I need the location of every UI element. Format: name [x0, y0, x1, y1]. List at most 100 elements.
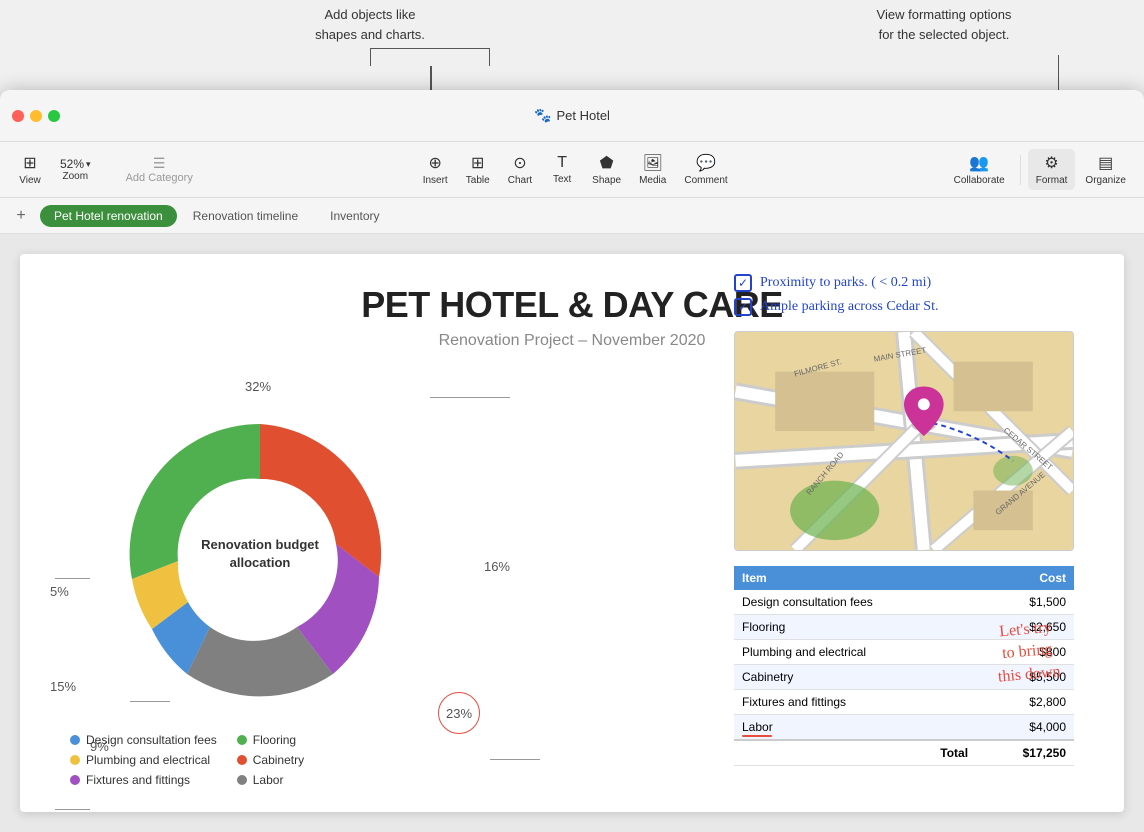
- legend-labor-label: Labor: [253, 773, 284, 787]
- table-cell-item: Flooring: [734, 615, 976, 640]
- pct-23: 23%: [438, 692, 480, 734]
- check-item-1-text: Proximity to parks. ( < 0.2 mi): [760, 275, 931, 291]
- add-category-label: Add Category: [126, 172, 193, 184]
- table-cell-item: Cabinetry: [734, 665, 976, 690]
- zoom-value: 52% ▾: [60, 157, 91, 171]
- chart-label: Chart: [508, 175, 532, 186]
- pct-15-line: [55, 578, 90, 579]
- legend-col-1: Design consultation fees Plumbing and el…: [70, 733, 217, 787]
- legend-labor: Labor: [237, 773, 304, 787]
- pct-15: 15%: [50, 679, 76, 694]
- insert-button[interactable]: ⊕ Insert: [415, 149, 456, 190]
- insert-label: Insert: [423, 175, 448, 186]
- tooltip-format-options: View formatting optionsfor the selected …: [844, 5, 1044, 44]
- insert-icon: ⊕: [429, 153, 442, 173]
- legend-fixtures-label: Fixtures and fittings: [86, 773, 190, 787]
- check-item-2: ✓ Ample parking across Cedar St.: [734, 298, 1094, 316]
- table-icon: ⊞: [471, 153, 484, 173]
- legend-design-label: Design consultation fees: [86, 733, 217, 747]
- text-button[interactable]: T Text: [542, 150, 582, 189]
- checkbox-2: ✓: [734, 298, 752, 316]
- pct-5-value: 5%: [50, 584, 69, 599]
- main-content: PET HOTEL & DAY CARE Renovation Project …: [0, 234, 1144, 832]
- comment-button[interactable]: 💬 Comment: [676, 149, 735, 190]
- legend-fixtures-dot: [70, 775, 80, 785]
- pct-16-line: [490, 759, 540, 760]
- table-cell-item: Design consultation fees: [734, 590, 976, 615]
- legend-flooring: Flooring: [237, 733, 304, 747]
- tab-inventory[interactable]: Inventory: [314, 204, 395, 228]
- comment-label: Comment: [684, 175, 727, 186]
- view-label: View: [19, 175, 41, 186]
- table-row: Design consultation fees $1,500: [734, 590, 1074, 615]
- check-item-1: ✓ Proximity to parks. ( < 0.2 mi): [734, 274, 1094, 292]
- legend-flooring-label: Flooring: [253, 733, 296, 747]
- donut-chart: 32% 16% 5% 15% 9%: [60, 374, 480, 794]
- text-icon: T: [557, 154, 567, 172]
- table-total-row: Total $17,250: [734, 740, 1074, 766]
- toolbar-left-group: ⊞ View 52% ▾ Zoom: [10, 149, 99, 190]
- table-cell-cost: $1,500: [976, 590, 1074, 615]
- tab-renovation-timeline[interactable]: Renovation timeline: [177, 204, 314, 228]
- table-cell-item: Plumbing and electrical: [734, 640, 976, 665]
- shape-icon: ⬟: [600, 153, 614, 173]
- toolbar-center-group: ⊕ Insert ⊞ Table ⊙ Chart T Text ⬟ Shape …: [205, 149, 946, 190]
- legend-plumbing-label: Plumbing and electrical: [86, 753, 210, 767]
- zoom-label: Zoom: [63, 171, 89, 182]
- legend-design: Design consultation fees: [70, 733, 217, 747]
- table-button[interactable]: ⊞ Table: [458, 149, 498, 190]
- legend-design-dot: [70, 735, 80, 745]
- media-button[interactable]: 🖼 Media: [631, 149, 674, 190]
- zoom-number: 52%: [60, 157, 84, 171]
- traffic-lights: [12, 110, 60, 122]
- table-cell-item: Fixtures and fittings: [734, 690, 976, 715]
- slide-canvas[interactable]: PET HOTEL & DAY CARE Renovation Project …: [20, 254, 1124, 812]
- total-value: $17,250: [976, 740, 1074, 766]
- chevron-down-icon: ▾: [86, 159, 91, 170]
- add-category-icon: ☰: [153, 155, 166, 172]
- zoom-control[interactable]: 52% ▾ Zoom: [52, 153, 99, 186]
- collaborate-button[interactable]: 👥 Collaborate: [946, 149, 1013, 190]
- legend-cabinetry-dot: [237, 755, 247, 765]
- map-container: FILMORE ST. MAIN STREET CEDAR STREET RAN…: [734, 331, 1074, 551]
- media-label: Media: [639, 175, 666, 186]
- close-button[interactable]: [12, 110, 24, 122]
- organize-button[interactable]: ▤ Organize: [1077, 149, 1134, 190]
- pct-23-value: 23%: [446, 706, 472, 721]
- comment-icon: 💬: [696, 153, 716, 173]
- table-cell-labor-cost: $4,000: [976, 715, 1074, 741]
- right-panel: ✓ Proximity to parks. ( < 0.2 mi) ✓ Ampl…: [734, 274, 1094, 766]
- tooltip-right-vline: [1058, 55, 1060, 95]
- legend-flooring-dot: [237, 735, 247, 745]
- chart-button[interactable]: ⊙ Chart: [500, 149, 540, 190]
- tab-inventory-label: Inventory: [330, 209, 379, 223]
- map-svg: FILMORE ST. MAIN STREET CEDAR STREET RAN…: [735, 332, 1073, 550]
- shape-button[interactable]: ⬟ Shape: [584, 149, 629, 190]
- pct-15-value: 15%: [50, 679, 76, 694]
- add-tab-button[interactable]: +: [10, 205, 32, 227]
- text-label: Text: [553, 174, 571, 185]
- format-label: Format: [1036, 175, 1068, 186]
- tooltip-add-objects: Add objects likeshapes and charts.: [280, 5, 460, 44]
- add-category-button[interactable]: ☰ Add Category: [114, 151, 205, 188]
- table-row: Fixtures and fittings $2,800: [734, 690, 1074, 715]
- pct-16-value: 16%: [484, 559, 510, 574]
- legend-col-2: Flooring Cabinetry Labor: [237, 733, 304, 787]
- table-cell-labor: Labor: [734, 715, 976, 741]
- annotation-text: Let's tryto bringthis down: [994, 616, 1062, 688]
- view-icon: ⊞: [23, 153, 36, 173]
- tab-pet-hotel-renovation[interactable]: Pet Hotel renovation: [40, 205, 177, 227]
- pct-16: 16%: [484, 559, 510, 574]
- labor-underline: [742, 735, 772, 737]
- pct-5: 5%: [50, 584, 69, 599]
- window-title: 🐾 Pet Hotel: [534, 107, 610, 124]
- minimize-button[interactable]: [30, 110, 42, 122]
- app-window: 🐾 Pet Hotel ⊞ View 52% ▾ Zoom ☰ Add Cate…: [0, 90, 1144, 832]
- donut-label: Renovation budgetallocation: [201, 536, 319, 572]
- view-button[interactable]: ⊞ View: [10, 149, 50, 190]
- format-button[interactable]: ⚙ Format: [1028, 149, 1076, 190]
- fullscreen-button[interactable]: [48, 110, 60, 122]
- chart-icon: ⊙: [513, 153, 526, 173]
- legend-fixtures: Fixtures and fittings: [70, 773, 217, 787]
- total-label: Total: [734, 740, 976, 766]
